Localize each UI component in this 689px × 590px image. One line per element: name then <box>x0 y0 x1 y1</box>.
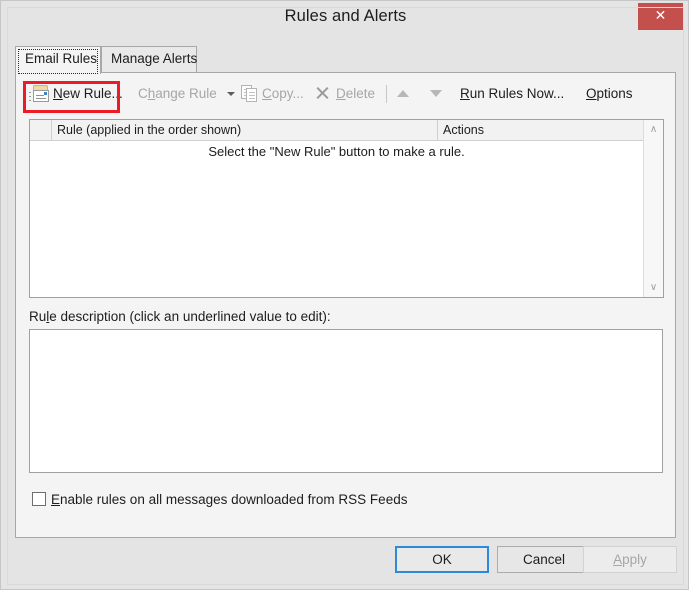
rss-feeds-checkbox-label: Enable rules on all messages downloaded … <box>51 492 408 507</box>
toolbar-separator <box>386 85 387 103</box>
options-button[interactable]: Options <box>586 81 633 106</box>
rules-list-empty-message: Select the "New Rule" button to make a r… <box>208 144 465 159</box>
email-rules-panel: New Rule... Change Rule Copy... Delete R… <box>15 72 676 538</box>
rule-description-box[interactable] <box>29 329 663 473</box>
delete-button[interactable]: Delete <box>315 81 375 106</box>
rules-list-scrollbar[interactable]: ∧ ∨ <box>643 120 663 297</box>
apply-button[interactable]: Apply <box>583 546 677 573</box>
column-header-blank[interactable] <box>30 120 52 140</box>
change-rule-button[interactable]: Change Rule <box>138 81 217 106</box>
rules-toolbar: New Rule... Change Rule Copy... Delete R… <box>16 73 677 113</box>
rules-list[interactable]: Rule (applied in the order shown) Action… <box>29 119 664 298</box>
column-header-actions[interactable]: Actions <box>438 120 643 140</box>
run-rules-now-button[interactable]: Run Rules Now... <box>460 81 564 106</box>
rules-list-header: Rule (applied in the order shown) Action… <box>30 120 663 141</box>
copy-label: Copy... <box>262 86 304 101</box>
tab-manage-alerts[interactable]: Manage Alerts <box>101 46 197 72</box>
options-label: Options <box>586 86 633 101</box>
tab-email-rules-label: Email Rules <box>25 51 98 66</box>
new-rule-label: New Rule... <box>53 86 123 101</box>
new-rule-icon <box>29 85 49 102</box>
title-bar: Rules and Alerts ✕ <box>1 1 688 35</box>
tab-strip: Email Rules Manage Alerts <box>15 46 676 74</box>
scroll-down-icon[interactable]: ∨ <box>644 278 663 297</box>
page-title: Rules and Alerts <box>284 7 407 25</box>
change-rule-label: Change Rule <box>138 86 217 101</box>
rss-feeds-checkbox[interactable] <box>32 492 46 506</box>
delete-x-icon <box>315 86 330 101</box>
column-header-rule[interactable]: Rule (applied in the order shown) <box>52 120 438 140</box>
arrow-up-icon[interactable] <box>397 90 409 97</box>
chevron-down-icon[interactable] <box>227 92 235 96</box>
copy-icon <box>241 85 258 102</box>
copy-button[interactable]: Copy... <box>241 81 304 106</box>
rule-description-label: Rule description (click an underlined va… <box>29 309 331 324</box>
tab-email-rules[interactable]: Email Rules <box>15 46 101 74</box>
rules-and-alerts-dialog: Rules and Alerts ✕ Email Rules Manage Al… <box>0 0 689 590</box>
ok-button[interactable]: OK <box>395 546 489 573</box>
run-rules-now-label: Run Rules Now... <box>460 86 565 101</box>
close-icon: ✕ <box>654 8 667 24</box>
new-rule-button[interactable]: New Rule... <box>29 81 123 106</box>
scroll-up-icon[interactable]: ∧ <box>644 120 663 139</box>
tab-manage-alerts-label: Manage Alerts <box>111 51 198 66</box>
arrow-down-icon[interactable] <box>430 90 442 97</box>
cancel-button[interactable]: Cancel <box>497 546 591 573</box>
close-button[interactable]: ✕ <box>638 3 683 30</box>
delete-label: Delete <box>336 86 376 101</box>
